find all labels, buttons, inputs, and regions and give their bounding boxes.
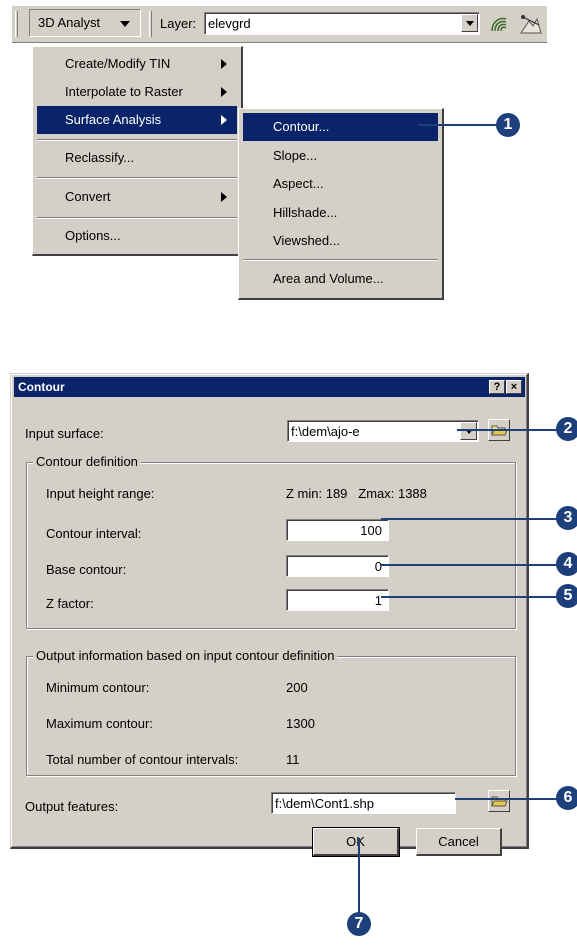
minimum-contour-label: Minimum contour: (46, 680, 150, 695)
3d-analyst-menu-button[interactable]: 3D Analyst (29, 9, 141, 37)
help-button[interactable]: ? (489, 380, 505, 394)
menu-item-area-and-volume[interactable]: Area and Volume... (243, 265, 438, 293)
callout-badge-7: 7 (347, 912, 371, 936)
close-button[interactable]: × (506, 380, 522, 394)
height-range-label: Input height range: (46, 486, 155, 501)
output-features-input[interactable]: f:\dem\Cont1.shp (271, 792, 456, 814)
callout-badge-2: 2 (556, 417, 577, 441)
chevron-right-icon (221, 59, 227, 69)
menu-item-label: Convert (65, 189, 111, 204)
menu-item-label: Contour... (273, 119, 330, 134)
callout-line (381, 518, 562, 520)
chevron-down-icon (466, 21, 474, 26)
total-intervals-label: Total number of contour intervals: (46, 752, 239, 767)
callout-line (381, 564, 562, 566)
menu-item-contour[interactable]: Contour... (243, 113, 438, 141)
menu-item-convert[interactable]: Convert (37, 183, 237, 211)
cancel-button[interactable]: Cancel (416, 828, 502, 856)
folder-open-icon (491, 796, 508, 807)
contour-dialog: Contour ? × Input surface: f:\dem\ajo-e … (10, 373, 529, 857)
input-surface-label: Input surface: (25, 426, 104, 441)
callout-line (358, 838, 360, 914)
input-surface-dropdown-button[interactable] (460, 422, 477, 440)
callout-line (457, 429, 562, 431)
callout-badge-4: 4 (556, 552, 577, 576)
3d-analyst-menu-label: 3D Analyst (38, 15, 101, 30)
menu-item-label: Create/Modify TIN (65, 56, 171, 71)
contour-interval-input[interactable]: 100 (286, 519, 389, 541)
contour-definition-title: Contour definition (33, 454, 141, 469)
line-of-sight-tool-icon[interactable] (519, 13, 543, 35)
menu-item-create-modify-tin[interactable]: Create/Modify TIN (37, 50, 237, 78)
input-surface-select[interactable]: f:\dem\ajo-e (287, 420, 479, 442)
chevron-right-icon (221, 115, 227, 125)
callout-badge-6: 6 (556, 786, 577, 810)
menu-item-label: Viewshed... (273, 233, 340, 248)
menu-item-surface-analysis[interactable]: Surface Analysis (37, 106, 237, 134)
3d-analyst-menu: Create/Modify TIN Interpolate to Raster … (32, 46, 243, 256)
output-features-value: f:\dem\Cont1.shp (275, 796, 374, 811)
output-features-label: Output features: (25, 799, 119, 814)
z-factor-label: Z factor: (46, 596, 94, 611)
total-intervals-value: 11 (286, 752, 300, 767)
base-contour-input[interactable]: 0 (286, 555, 389, 577)
chevron-right-icon (221, 192, 227, 202)
input-surface-value: f:\dem\ajo-e (291, 424, 360, 439)
callout-line (418, 124, 498, 126)
layer-label: Layer: (160, 16, 197, 31)
menu-item-label: Surface Analysis (65, 112, 162, 127)
menu-separator (37, 177, 237, 179)
dialog-title: Contour (18, 380, 65, 394)
menu-separator (37, 217, 237, 219)
contour-interval-label: Contour interval: (46, 526, 142, 541)
layer-dropdown-button[interactable] (461, 14, 478, 32)
layer-select-value: elevgrd (208, 16, 251, 31)
chevron-right-icon (221, 87, 227, 97)
menu-item-reclassify[interactable]: Reclassify... (37, 144, 237, 172)
toolbar: 3D Analyst Layer: elevgrd (12, 5, 547, 43)
z-factor-input[interactable]: 1 (286, 589, 389, 611)
toolbar-grip[interactable] (15, 11, 18, 37)
menu-item-label: Area and Volume... (273, 271, 384, 286)
maximum-contour-value: 1300 (286, 716, 315, 731)
menu-item-label: Interpolate to Raster (65, 84, 183, 99)
menu-item-label: Aspect... (273, 176, 324, 191)
menu-item-interpolate-to-raster[interactable]: Interpolate to Raster (37, 78, 237, 106)
callout-line (381, 596, 562, 598)
browse-output-button[interactable] (488, 790, 510, 812)
base-contour-value: 0 (374, 559, 382, 574)
output-info-title: Output information based on input contou… (33, 648, 338, 663)
callout-badge-1: 1 (496, 113, 520, 137)
contour-interval-value: 100 (360, 523, 382, 538)
contour-tool-icon[interactable] (489, 14, 511, 34)
menu-item-label: Hillshade... (273, 205, 338, 220)
height-range-value: Z min: 189 Zmax: 1388 (286, 486, 427, 501)
layer-select[interactable]: elevgrd (204, 12, 480, 35)
minimum-contour-value: 200 (286, 680, 308, 695)
menu-item-viewshed[interactable]: Viewshed... (243, 227, 438, 255)
menu-item-options[interactable]: Options... (37, 222, 237, 250)
surface-analysis-submenu: Contour... Slope... Aspect... Hillshade.… (238, 108, 444, 300)
menu-separator (243, 259, 438, 261)
toolbar-separator (149, 11, 152, 37)
ok-button[interactable]: OK (312, 827, 400, 857)
menu-item-slope[interactable]: Slope... (243, 142, 438, 170)
menu-item-hillshade[interactable]: Hillshade... (243, 199, 438, 227)
callout-line (455, 798, 562, 800)
dialog-title-bar[interactable]: Contour ? × (14, 377, 525, 397)
menu-item-label: Reclassify... (65, 150, 135, 165)
menu-item-label: Options... (65, 228, 121, 243)
callout-badge-3: 3 (556, 506, 577, 530)
callout-badge-5: 5 (556, 584, 577, 608)
menu-separator (37, 139, 237, 141)
menu-item-aspect[interactable]: Aspect... (243, 170, 438, 198)
maximum-contour-label: Maximum contour: (46, 716, 153, 731)
chevron-down-icon (120, 21, 130, 27)
menu-item-label: Slope... (273, 148, 318, 163)
base-contour-label: Base contour: (46, 562, 127, 577)
